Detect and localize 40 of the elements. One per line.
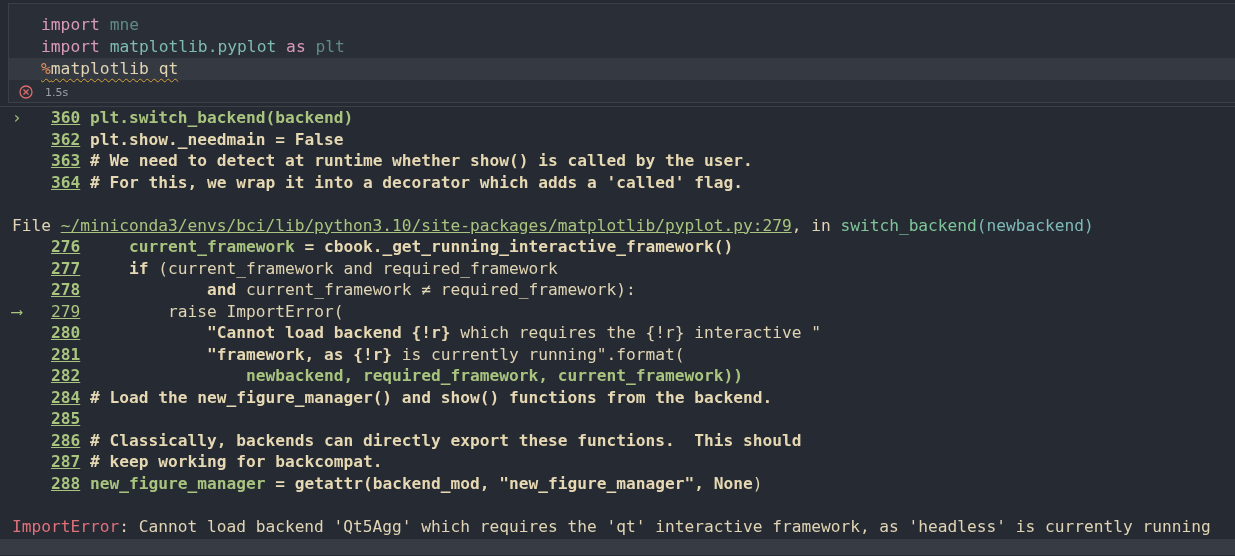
file-location: File ~/miniconda3/envs/bci/lib/python3.10/site-packages/matplotlib/pyplot.py:279, in switch_backend(newbackend) xyxy=(12,214,1094,236)
code-line: %matplotlib qt xyxy=(41,59,179,78)
line-number[interactable]: 285 xyxy=(51,408,81,430)
line-number[interactable]: 277 xyxy=(51,257,81,279)
line-number[interactable]: 286 xyxy=(51,429,81,451)
line-number[interactable]: 363 xyxy=(51,150,81,172)
line-number[interactable]: 360 xyxy=(51,107,81,129)
line-number[interactable]: 280 xyxy=(51,322,81,344)
code-line: # Classically, backends can directly export these functions. This should xyxy=(90,429,802,451)
line-number[interactable]: 282 xyxy=(51,365,81,387)
line-number[interactable]: 364 xyxy=(51,171,81,193)
file-link[interactable]: ~/miniconda3/envs/bci/lib/python3.10/site-packages/matplotlib/pyplot.py:279 xyxy=(60,215,792,235)
code-line: import matplotlib.pyplot as plt xyxy=(41,37,345,56)
code-line: # keep working for backcompat. xyxy=(90,451,383,473)
line-number[interactable]: 287 xyxy=(51,451,81,473)
line-number[interactable]: 281 xyxy=(51,343,81,365)
code-line: plt.show._needmain = False xyxy=(90,128,344,150)
code-line: newbackend, required_framework, current_framework)) xyxy=(244,365,743,387)
line-number[interactable]: 279 xyxy=(51,300,81,322)
code-line: # We need to detect at runtime whether show() is called by the user. xyxy=(90,150,753,172)
code-line: import mne xyxy=(41,15,140,34)
code-line: and current_framework ≠ required_framework): xyxy=(205,279,636,301)
code-line: "Cannot load backend {!r} which requires the {!r} interactive " xyxy=(205,322,821,344)
code-line: if (current_framework and required_framework xyxy=(127,257,558,279)
line-number[interactable]: 276 xyxy=(51,236,81,258)
code-line: new_figure_manager = getattr(backend_mod, "new_figure_manager", None) xyxy=(90,472,763,494)
code-line: # Load the new_figure_manager() and show() functions from the backend. xyxy=(90,386,773,408)
execution-time: 1.5s xyxy=(45,85,69,99)
code-line: current_framework = cbook._get_running_interactive_framework() xyxy=(127,236,734,258)
code-line: "framework, as {!r} is currently running".format( xyxy=(205,343,685,365)
line-number[interactable]: 284 xyxy=(51,386,81,408)
error-message: ImportError: Cannot load backend 'Qt5Agg' which requires the 'qt' interactive framework, as 'headless' is currently running xyxy=(12,515,1211,537)
current-line-arrow: ⟶ xyxy=(12,301,22,321)
code-line: plt.switch_backend(backend) xyxy=(90,107,354,129)
current-line-arrow: › xyxy=(12,108,22,127)
line-number[interactable]: 288 xyxy=(51,472,81,494)
code-line: raise ImportError( xyxy=(166,300,344,322)
line-number[interactable]: 278 xyxy=(51,279,81,301)
line-number[interactable]: 362 xyxy=(51,128,81,150)
code-line: # For this, we wrap it into a decorator which adds a 'called' flag. xyxy=(90,171,743,193)
